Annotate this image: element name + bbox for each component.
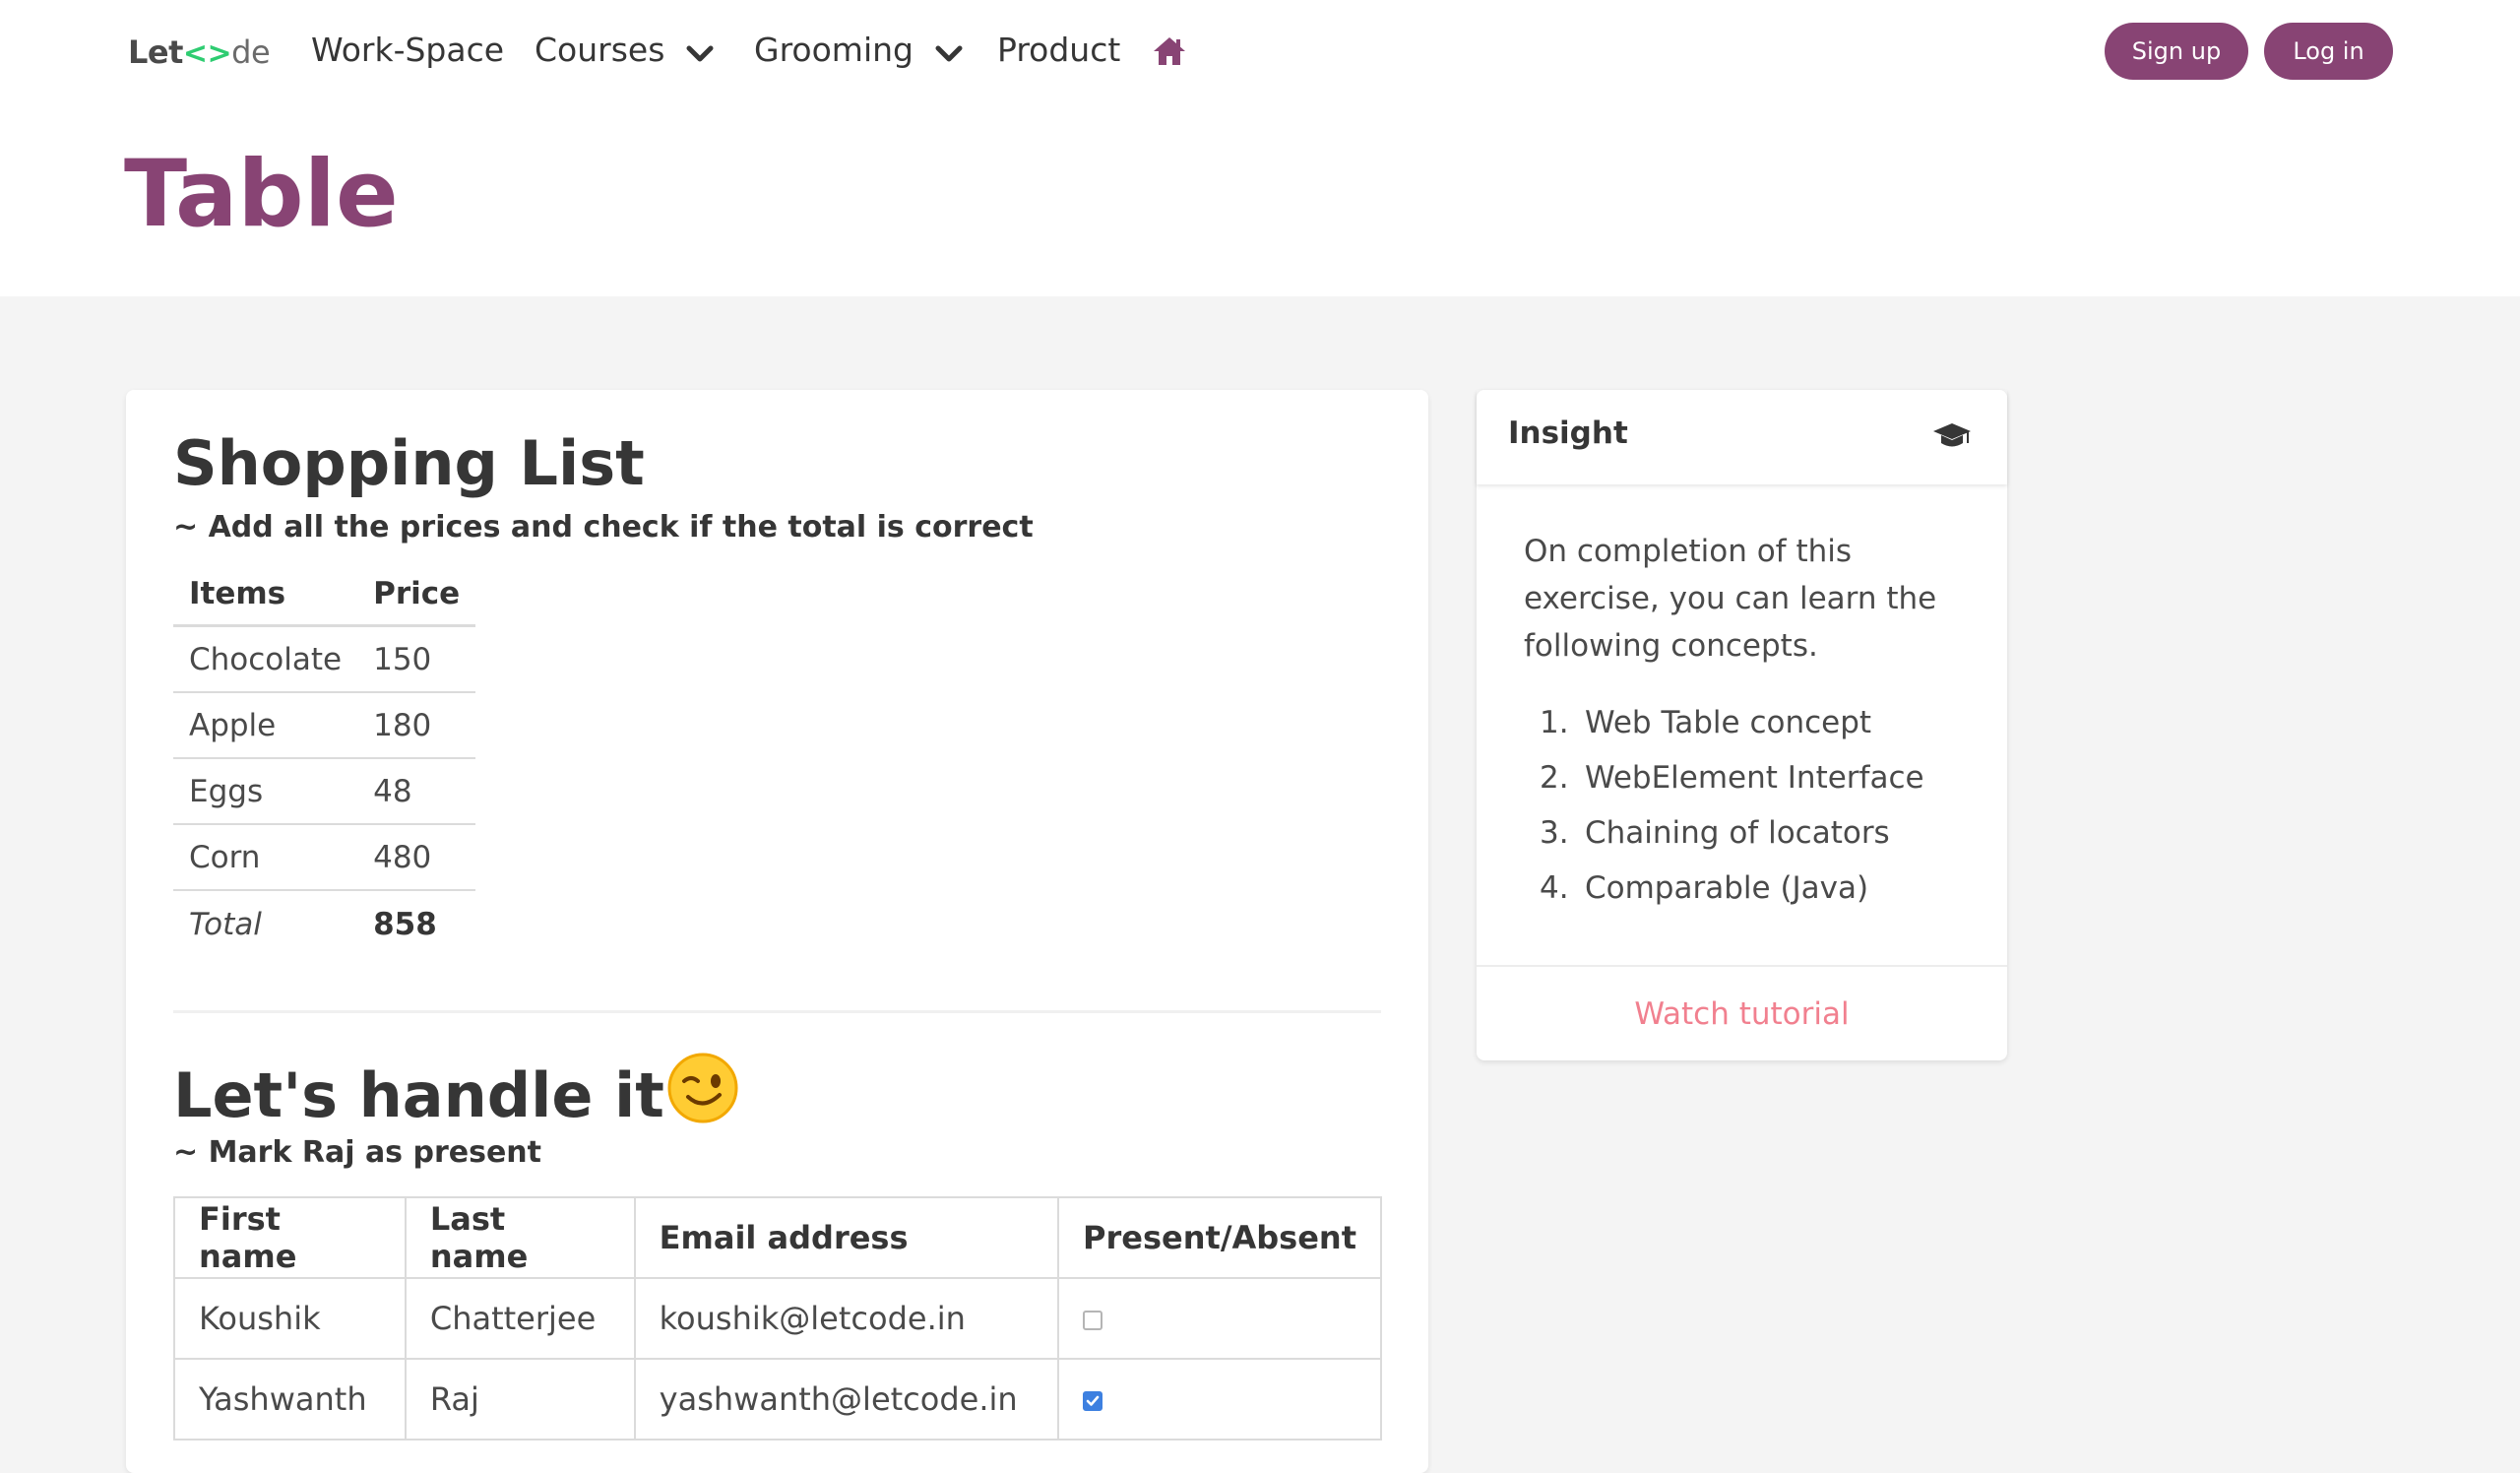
concepts-list: 1. Web Table concept 2. WebElement Interfa… — [1540, 695, 1924, 916]
list-item: 3. Chaining of locators — [1540, 805, 1924, 861]
list-item: 4. Comparable (Java) — [1540, 861, 1924, 916]
present-checkbox[interactable] — [1083, 1311, 1103, 1330]
item-price: 180 — [357, 692, 476, 759]
present-checkbox-checked[interactable] — [1083, 1391, 1103, 1411]
graduation-cap-icon — [1932, 421, 1972, 451]
item-price: 150 — [357, 625, 476, 693]
list-item-text: Chaining of locators — [1585, 815, 1890, 851]
page-hero: Table — [0, 102, 2520, 296]
handle-it-subtitle: ~ Mark Raj as present — [173, 1135, 542, 1170]
nav-item-label: Product — [997, 31, 1121, 69]
total-value: 858 — [373, 907, 437, 942]
shopping-list-subtitle: ~ Add all the prices and check if the to… — [173, 510, 1034, 544]
chevron-down-icon — [935, 28, 963, 77]
column-header-last-name: Last name — [404, 1196, 636, 1279]
item-name: Eggs — [173, 758, 358, 825]
nav-item-label: Courses — [535, 31, 665, 69]
column-header-items: Items — [173, 563, 358, 627]
table-row: Apple 180 — [173, 692, 476, 759]
column-header-first-name: First name — [173, 1196, 407, 1279]
brand-logo-link[interactable]: Let<>de — [128, 33, 271, 71]
list-item-number: 3. — [1540, 815, 1569, 851]
last-name-cell: Raj — [404, 1358, 636, 1441]
email-cell: koushik@letcode.in — [633, 1277, 1060, 1360]
handle-it-title-text: Let's handle it — [173, 1059, 664, 1131]
handle-it-title: Let's handle it — [173, 1052, 739, 1139]
item-name: Chocolate — [173, 625, 358, 693]
insight-card-header: Insight — [1477, 390, 2007, 484]
list-item-text: Web Table concept — [1585, 705, 1872, 740]
table-header-row: First name Last name Email address Prese… — [173, 1196, 1382, 1279]
page-title: Table — [124, 141, 399, 248]
last-name-cell: Chatterjee — [404, 1277, 636, 1360]
item-name: Apple — [173, 692, 358, 759]
list-item: 1. Web Table concept — [1540, 695, 1924, 750]
item-price: 48 — [357, 758, 476, 825]
list-item-text: WebElement Interface — [1585, 760, 1924, 796]
main-content-card: Shopping List ~ Add all the prices and c… — [126, 390, 1428, 1473]
shopping-table: Items Price Chocolate 150 Apple 180 Eggs… — [173, 563, 476, 958]
brand-let: Let — [128, 33, 183, 71]
present-cell — [1057, 1358, 1382, 1441]
nav-item-product[interactable]: Product — [997, 26, 1120, 75]
table-row: Eggs 48 — [173, 758, 476, 825]
email-cell: yashwanth@letcode.in — [633, 1358, 1060, 1441]
attendance-table: First name Last name Email address Prese… — [173, 1196, 1382, 1441]
list-item-number: 4. — [1540, 870, 1569, 906]
column-header-present-absent: Present/Absent — [1057, 1196, 1382, 1279]
brand-code-suffix: de — [231, 33, 271, 71]
list-item-number: 2. — [1540, 760, 1569, 796]
table-total-row: Total 858 — [173, 890, 475, 958]
nav-item-workspace[interactable]: Work-Space — [311, 26, 504, 75]
watch-tutorial-link[interactable]: Watch tutorial — [1477, 965, 2007, 1062]
column-header-price: Price — [357, 563, 476, 627]
section-divider — [173, 1010, 1381, 1013]
top-navbar: Let<>de Work-Space Courses Grooming Prod… — [0, 0, 2520, 102]
login-button[interactable]: Log in — [2264, 23, 2393, 80]
brand-code-glyph: <> — [182, 36, 232, 71]
column-header-email: Email address — [633, 1196, 1060, 1279]
insight-description: On completion of this exercise, you can … — [1524, 534, 1937, 664]
present-cell — [1057, 1277, 1382, 1360]
table-row: Yashwanth Raj yashwanth@letcode.in — [173, 1358, 1382, 1441]
table-row: Corn 480 — [173, 824, 476, 891]
winking-face-emoji — [666, 1052, 739, 1139]
insight-card: Insight On completion of this exercise, … — [1477, 390, 2007, 1060]
list-item-number: 1. — [1540, 705, 1569, 740]
total-label: Total — [189, 907, 262, 942]
nav-item-grooming-dropdown[interactable]: Grooming — [754, 26, 963, 75]
table-header-row: Items Price — [173, 563, 476, 627]
first-name-cell: Koushik — [173, 1277, 407, 1360]
list-item: 2. WebElement Interface — [1540, 750, 1924, 805]
home-icon[interactable] — [1152, 35, 1187, 67]
item-name: Corn — [173, 824, 358, 891]
list-item-text: Comparable (Java) — [1585, 870, 1869, 906]
table-row: Chocolate 150 — [173, 625, 476, 693]
nav-item-label: Grooming — [754, 31, 914, 69]
signup-button[interactable]: Sign up — [2105, 23, 2248, 80]
item-price: 480 — [357, 824, 476, 891]
first-name-cell: Yashwanth — [173, 1358, 407, 1441]
table-row: Koushik Chatterjee koushik@letcode.in — [173, 1277, 1382, 1360]
chevron-down-icon — [686, 28, 714, 77]
nav-item-label: Work-Space — [311, 31, 505, 69]
shopping-list-title: Shopping List — [173, 427, 645, 499]
nav-item-courses-dropdown[interactable]: Courses — [535, 26, 714, 75]
insight-title: Insight — [1508, 416, 1628, 451]
